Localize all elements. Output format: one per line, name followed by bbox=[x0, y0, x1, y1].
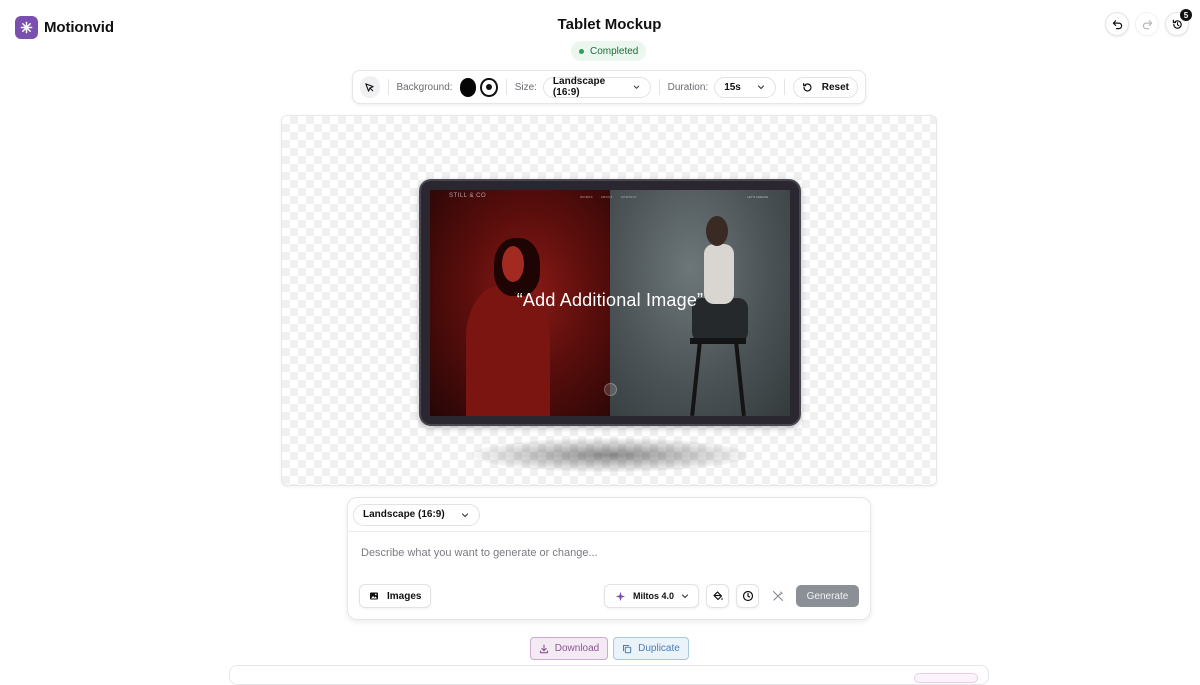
screen-cta: LET'S CREATE bbox=[747, 195, 768, 199]
download-label: Download bbox=[554, 643, 600, 654]
chevron-down-icon bbox=[461, 512, 468, 517]
duplicate-label: Duplicate bbox=[638, 643, 680, 654]
tablet-screen: STILL & CO WORKS ABOUT CONTACT LET'S CRE… bbox=[430, 190, 790, 416]
background-black-swatch[interactable] bbox=[459, 77, 477, 97]
page-title: Tablet Mockup bbox=[557, 16, 662, 33]
prompt-panel: Landscape (16:9) Describe what you want … bbox=[347, 497, 871, 620]
cursor-icon bbox=[365, 82, 374, 92]
duration-label: Duration: bbox=[667, 81, 709, 93]
screen-caption: “Add Additional Image” bbox=[516, 290, 704, 310]
slider-handle-icon bbox=[604, 383, 617, 396]
canvas-toolbar: Background: Size: Landscape (16:9) Durat… bbox=[352, 70, 866, 104]
background-label: Background: bbox=[396, 81, 453, 93]
next-project-card[interactable] bbox=[229, 665, 989, 685]
aspect-ratio-select[interactable]: Landscape (16:9) bbox=[353, 503, 480, 526]
clock-icon bbox=[742, 590, 753, 602]
paint-bucket-icon bbox=[712, 591, 723, 601]
duration-value: 15s bbox=[724, 81, 741, 93]
preview-canvas[interactable]: STILL & CO WORKS ABOUT CONTACT LET'S CRE… bbox=[281, 115, 937, 486]
toolbar-divider bbox=[658, 79, 660, 95]
sparkle-icon bbox=[615, 591, 626, 601]
selected-dot-icon bbox=[486, 84, 493, 90]
duration-select[interactable]: 15s bbox=[714, 76, 776, 98]
screen-nav-item: WORKS bbox=[580, 195, 593, 199]
redo-button[interactable] bbox=[1135, 12, 1159, 36]
prompt-input[interactable]: Describe what you want to generate or ch… bbox=[361, 547, 598, 559]
history-count-badge: 5 bbox=[1180, 9, 1192, 21]
duplicate-button[interactable]: Duplicate bbox=[613, 637, 689, 660]
toolbar-divider bbox=[387, 79, 389, 95]
undo-icon bbox=[1112, 19, 1122, 29]
screen-site-brand: STILL & CO bbox=[449, 193, 487, 199]
redo-icon bbox=[1142, 19, 1152, 29]
status-dot-icon bbox=[579, 48, 584, 54]
copy-icon bbox=[623, 644, 632, 653]
reset-icon bbox=[802, 82, 812, 92]
screen-site-nav: STILL & CO WORKS ABOUT CONTACT LET'S CRE… bbox=[430, 192, 790, 204]
reset-label: Reset bbox=[821, 81, 850, 93]
tablet-mockup[interactable]: STILL & CO WORKS ABOUT CONTACT LET'S CRE… bbox=[419, 179, 801, 426]
size-select[interactable]: Landscape (16:9) bbox=[542, 76, 651, 98]
select-tool-button[interactable] bbox=[360, 76, 380, 98]
generate-button[interactable]: Generate bbox=[796, 585, 859, 607]
image-icon bbox=[370, 592, 378, 600]
chevron-down-icon bbox=[681, 594, 689, 599]
aspect-ratio-value: Landscape (16:9) bbox=[363, 509, 445, 520]
status-text: Completed bbox=[590, 45, 639, 57]
toolbar-divider bbox=[783, 79, 785, 95]
download-button[interactable]: Download bbox=[530, 637, 608, 660]
paint-bucket-button[interactable] bbox=[706, 584, 729, 608]
history-button[interactable]: 5 bbox=[1165, 9, 1192, 36]
magic-wand-off-icon bbox=[772, 590, 783, 602]
chevron-down-icon bbox=[757, 85, 764, 90]
size-label: Size: bbox=[514, 81, 537, 93]
timing-button[interactable] bbox=[736, 584, 759, 608]
images-label: Images bbox=[387, 590, 422, 602]
screen-nav-item: ABOUT bbox=[600, 195, 613, 199]
history-icon bbox=[1172, 19, 1182, 29]
next-card-chip bbox=[914, 673, 978, 683]
reset-button[interactable]: Reset bbox=[792, 76, 859, 98]
status-badge: Completed bbox=[571, 41, 647, 61]
model-label: Miltos 4.0 bbox=[632, 591, 674, 601]
tablet-shadow bbox=[472, 438, 748, 472]
chevron-down-icon bbox=[633, 85, 639, 89]
model-select[interactable]: Miltos 4.0 bbox=[603, 584, 699, 608]
toolbar-divider bbox=[505, 79, 507, 95]
size-value: Landscape (16:9) bbox=[552, 76, 606, 98]
enhance-prompt-button[interactable] bbox=[766, 584, 789, 608]
background-white-swatch[interactable] bbox=[480, 77, 498, 97]
undo-button[interactable] bbox=[1105, 12, 1129, 36]
screen-nav-item: CONTACT bbox=[620, 195, 638, 199]
download-icon bbox=[539, 643, 548, 653]
images-button[interactable]: Images bbox=[359, 584, 432, 608]
